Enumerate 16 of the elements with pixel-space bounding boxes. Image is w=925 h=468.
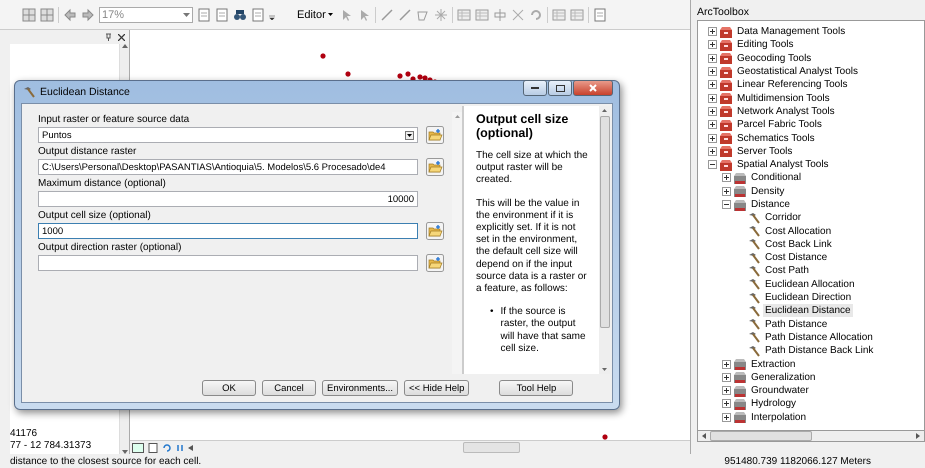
field-label: Input raster or feature source data: [38, 113, 190, 126]
layer-text: 41176: [10, 428, 38, 440]
field-label: Output cell size (optional): [38, 209, 152, 222]
field-label: Output direction raster (optional): [38, 241, 182, 254]
panel-title: ArcToolbox: [697, 5, 750, 20]
window-title: Euclidean Distance: [40, 86, 130, 98]
help-bullet: If the source is raster, the output will have that same cell size.: [500, 306, 587, 356]
help-text: This will be the value in the environment if it is explicitly set. If it is not set in the environment, the default cell size will depend on if the input source data is a raster or a feature, as follows:: [476, 198, 588, 296]
layer-text: 77 - 12 784.31373: [10, 440, 92, 452]
bullet-marker: •: [490, 306, 494, 320]
map-coordinates: 951480.739 1182066.127 Meters: [724, 456, 871, 466]
field-label: Output distance raster: [38, 145, 138, 158]
field-label: Maximum distance (optional): [38, 177, 167, 190]
status-message: distance to the closest source for each cell.: [10, 456, 202, 466]
help-text: The cell size at which the output raster will be created.: [476, 150, 589, 187]
help-title: Output cell size (optional): [476, 112, 570, 140]
